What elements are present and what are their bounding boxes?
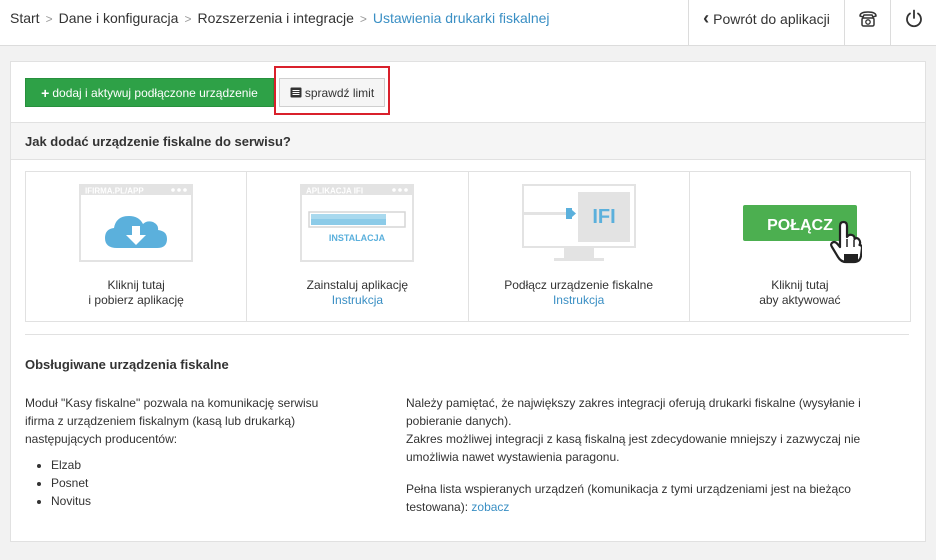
step-line: Kliknij tutaj <box>107 278 165 292</box>
devices-left-column: Moduł "Kasy fiskalne" pozwala na komunik… <box>25 394 325 510</box>
step-download[interactable]: IFIRMA.PL/APP Kliknij tutaj i pobierz ap… <box>26 172 248 321</box>
breadcrumb-config[interactable]: Dane i konfiguracja <box>59 10 179 26</box>
howto-title: Jak dodać urządzenie fiskalne do serwisu… <box>25 134 291 149</box>
step-line: aby aktywować <box>759 293 841 307</box>
cloud-download-icon: IFIRMA.PL/APP <box>79 184 194 262</box>
step-art-label: IFI <box>592 206 615 228</box>
step-line: Kliknij tutaj <box>771 278 829 292</box>
producer-item: Elzab <box>51 456 325 474</box>
devices-title: Obsługiwane urządzenia fiskalne <box>25 357 229 372</box>
step-line: i pobierz aplikację <box>88 293 184 307</box>
step-text: Zainstaluj aplikację Instrukcja <box>247 278 467 308</box>
step-text: Podłącz urządzenie fiskalne Instrukcja <box>469 278 689 308</box>
logout-button[interactable] <box>890 0 936 45</box>
step-art-sub: INSTALACJA <box>329 233 386 243</box>
plus-icon: + <box>41 84 50 101</box>
add-device-label: dodaj i aktywuj podłączone urządzenie <box>52 85 258 100</box>
usb-monitor-icon: IFI <box>521 184 636 261</box>
top-bar: Start > Dane i konfiguracja > Rozszerzenia i… <box>0 0 936 46</box>
step-connect: IFI Podłącz urządzenie fiskalne Instrukc… <box>469 172 690 321</box>
producer-item: Novitus <box>51 492 325 510</box>
devices-right-column: Należy pamiętać, że największy zakres in… <box>406 394 896 530</box>
step-install: APLIKACJA IFI INSTALACJA Zainstaluj apli… <box>247 172 469 321</box>
step-text: Kliknij tutaj i pobierz aplikację <box>26 278 246 308</box>
add-device-button[interactable]: + dodaj i aktywuj podłączone urządzenie <box>25 78 274 107</box>
power-icon <box>905 9 922 27</box>
howto-header: Jak dodać urządzenie fiskalne do serwisu… <box>11 122 925 160</box>
list-icon <box>290 87 302 98</box>
producer-list: Elzab Posnet Novitus <box>25 456 325 510</box>
divider <box>25 334 909 335</box>
integration-note-2: Zakres możliwej integracji z kasą fiskal… <box>406 432 861 464</box>
instruction-link[interactable]: Instrukcja <box>247 293 467 308</box>
check-limit-button[interactable]: sprawdź limit <box>279 78 385 107</box>
check-limit-label: sprawdź limit <box>304 85 375 100</box>
back-to-app-label: Powrót do aplikacji <box>713 10 830 27</box>
breadcrumb-start[interactable]: Start <box>10 10 40 26</box>
breadcrumb-separator: > <box>184 12 192 26</box>
top-actions: ‹ Powrót do aplikacji <box>688 0 936 45</box>
breadcrumb: Start > Dane i konfiguracja > Rozszerzenia i… <box>10 0 550 36</box>
see-list-link[interactable]: zobacz <box>471 500 509 514</box>
back-to-app-button[interactable]: ‹ Powrót do aplikacji <box>688 0 844 45</box>
full-list-note: Pełna lista wspieranych urządzeń (komuni… <box>406 480 896 516</box>
main-panel: + dodaj i aktywuj podłączone urządzenie … <box>10 61 926 542</box>
breadcrumb-separator: > <box>45 12 53 26</box>
step-text: Kliknij tutaj aby aktywować <box>690 278 910 308</box>
steps-grid: IFIRMA.PL/APP Kliknij tutaj i pobierz ap… <box>25 171 911 322</box>
breadcrumb-current: Ustawienia drukarki fiskalnej <box>372 10 550 26</box>
connect-art-label: POŁĄCZ <box>767 217 833 234</box>
hand-pointer-icon: POŁĄCZ <box>742 205 862 264</box>
phone-button[interactable] <box>844 0 890 45</box>
devices-intro: Moduł "Kasy fiskalne" pozwala na komunik… <box>25 396 319 446</box>
instruction-link[interactable]: Instrukcja <box>469 293 689 308</box>
chevron-left-icon: ‹ <box>703 8 710 28</box>
step-line: Podłącz urządzenie fiskalne <box>504 278 653 292</box>
step-art-label: APLIKACJA IFI <box>306 187 363 196</box>
step-line: Zainstaluj aplikację <box>306 278 409 292</box>
producer-item: Posnet <box>51 474 325 492</box>
install-progress-icon: APLIKACJA IFI INSTALACJA <box>300 184 415 262</box>
step-activate[interactable]: POŁĄCZ Kliknij tutaj aby aktywować <box>690 172 910 321</box>
phone-icon <box>858 10 877 27</box>
breadcrumb-separator: > <box>359 12 367 26</box>
integration-note-1: Należy pamiętać, że największy zakres in… <box>406 396 861 428</box>
breadcrumb-extensions[interactable]: Rozszerzenia i integracje <box>197 10 353 26</box>
step-art-label: IFIRMA.PL/APP <box>85 187 144 196</box>
